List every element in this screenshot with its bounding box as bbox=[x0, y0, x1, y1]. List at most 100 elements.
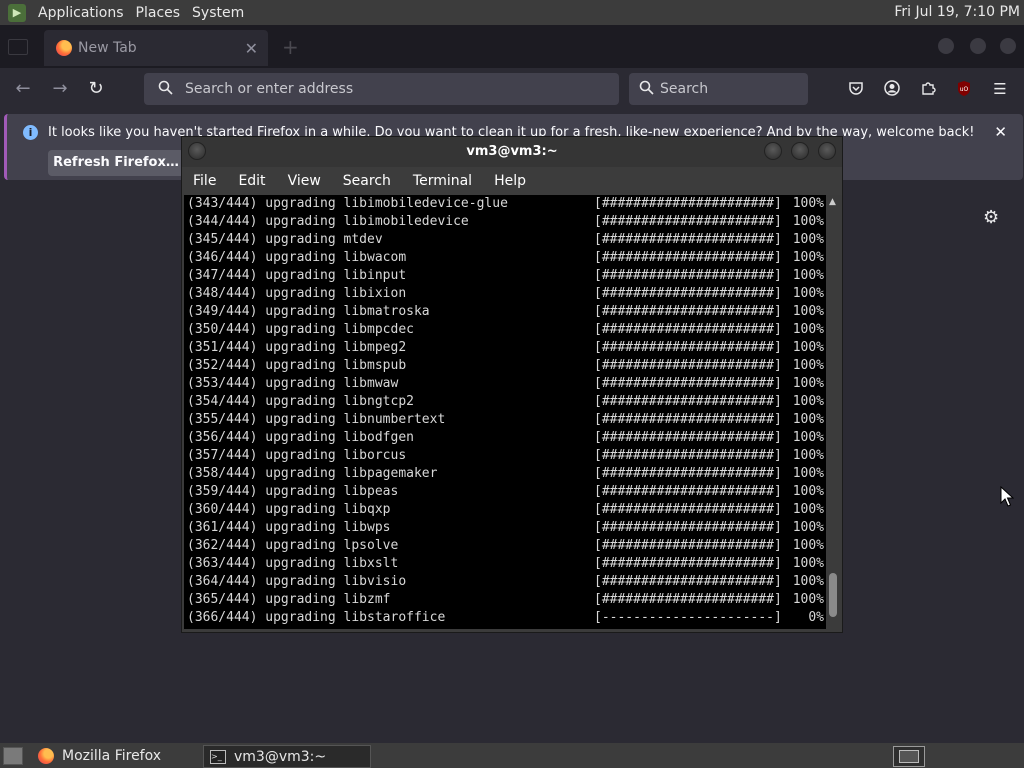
menu-terminal[interactable]: Terminal bbox=[402, 173, 483, 189]
terminal-progress-bar: [######################] bbox=[594, 340, 782, 355]
terminal-progress-bar: [######################] bbox=[594, 304, 782, 319]
taskbar-item-firefox[interactable]: Mozilla Firefox bbox=[32, 745, 192, 766]
terminal-line-text: (365/444) upgrading libzmf bbox=[187, 592, 391, 607]
close-icon[interactable] bbox=[818, 142, 836, 160]
terminal-line-text: (345/444) upgrading mtdev bbox=[187, 232, 383, 247]
menu-edit[interactable]: Edit bbox=[227, 173, 276, 189]
firefox-icon bbox=[38, 747, 54, 764]
search-bar[interactable]: Search bbox=[629, 73, 808, 105]
terminal-progress-percent: 100% bbox=[792, 484, 824, 499]
terminal-progress-bar: [######################] bbox=[594, 592, 782, 607]
menu-help[interactable]: Help bbox=[483, 173, 537, 189]
terminal-progress-bar: [######################] bbox=[594, 520, 782, 535]
terminal-progress-bar: [######################] bbox=[594, 484, 782, 499]
terminal-scrollbar[interactable]: ▲ bbox=[826, 195, 840, 629]
search-icon bbox=[158, 80, 173, 99]
terminal-window: vm3@vm3:~ File Edit View Search Terminal… bbox=[182, 137, 842, 632]
terminal-progress-percent: 100% bbox=[792, 214, 824, 229]
terminal-progress-bar: [######################] bbox=[594, 286, 782, 301]
pocket-icon[interactable] bbox=[847, 80, 865, 98]
bottom-taskbar: Mozilla Firefox >_ vm3@vm3:~ bbox=[0, 743, 1024, 768]
window-close-icon[interactable] bbox=[1000, 38, 1016, 54]
tab-new-tab[interactable]: New Tab ✕ bbox=[44, 30, 268, 66]
clock[interactable]: Fri Jul 19, 7:10 PM bbox=[894, 0, 1020, 25]
terminal-line: (356/444) upgrading libodfgen [##########… bbox=[184, 429, 826, 447]
terminal-line: (351/444) upgrading libmpeg2 [###########… bbox=[184, 339, 826, 357]
top-panel: ▶ Applications Places System Fri Jul 19,… bbox=[0, 0, 1024, 25]
terminal-icon: >_ bbox=[210, 749, 226, 764]
close-tab-icon[interactable]: ✕ bbox=[245, 39, 258, 58]
terminal-line: (348/444) upgrading libixion [###########… bbox=[184, 285, 826, 303]
terminal-line-text: (349/444) upgrading libmatroska bbox=[187, 304, 430, 319]
terminal-progress-percent: 100% bbox=[792, 430, 824, 445]
terminal-progress-percent: 100% bbox=[792, 520, 824, 535]
terminal-progress-bar: [######################] bbox=[594, 574, 782, 589]
info-icon: i bbox=[23, 125, 38, 140]
terminal-line-text: (344/444) upgrading libimobiledevice bbox=[187, 214, 469, 229]
terminal-line-text: (362/444) upgrading lpsolve bbox=[187, 538, 399, 553]
show-desktop-icon[interactable] bbox=[3, 747, 23, 765]
scrollbar-thumb[interactable] bbox=[829, 573, 837, 617]
menu-search[interactable]: Search bbox=[332, 173, 402, 189]
terminal-progress-percent: 100% bbox=[792, 538, 824, 553]
terminal-line: (354/444) upgrading libngtcp2 [##########… bbox=[184, 393, 826, 411]
minimize-icon[interactable] bbox=[938, 38, 954, 54]
terminal-output[interactable]: (343/444) upgrading libimobiledevice-glu… bbox=[184, 195, 826, 629]
terminal-line-text: (351/444) upgrading libmpeg2 bbox=[187, 340, 407, 355]
terminal-line-text: (356/444) upgrading libodfgen bbox=[187, 430, 414, 445]
maximize-icon[interactable] bbox=[791, 142, 809, 160]
menu-places[interactable]: Places bbox=[132, 5, 185, 21]
terminal-progress-bar: [######################] bbox=[594, 394, 782, 409]
firefox-view-icon[interactable] bbox=[8, 39, 28, 55]
reload-icon[interactable]: ↻ bbox=[83, 76, 109, 102]
terminal-progress-percent: 100% bbox=[792, 376, 824, 391]
terminal-line-text: (357/444) upgrading liborcus bbox=[187, 448, 407, 463]
back-arrow-icon[interactable]: ← bbox=[10, 76, 36, 102]
hamburger-menu-icon[interactable]: ☰ bbox=[991, 80, 1009, 98]
ublock-origin-icon[interactable]: uO bbox=[955, 80, 973, 98]
terminal-line: (345/444) upgrading mtdev [##############… bbox=[184, 231, 826, 249]
terminal-line: (364/444) upgrading libvisio [###########… bbox=[184, 573, 826, 591]
extensions-puzzle-icon[interactable] bbox=[919, 80, 937, 98]
system-logo-icon[interactable]: ▶ bbox=[8, 3, 26, 22]
menu-view[interactable]: View bbox=[277, 173, 332, 189]
search-placeholder: Search bbox=[660, 81, 709, 97]
maximize-icon[interactable] bbox=[970, 38, 986, 54]
menu-system[interactable]: System bbox=[188, 5, 248, 21]
gear-icon[interactable]: ⚙ bbox=[983, 207, 999, 228]
mouse-pointer-icon bbox=[1000, 486, 1014, 507]
terminal-line: (362/444) upgrading lpsolve [############… bbox=[184, 537, 826, 555]
account-icon[interactable] bbox=[883, 80, 901, 98]
terminal-progress-percent: 100% bbox=[792, 412, 824, 427]
workspace-switcher[interactable] bbox=[893, 746, 925, 767]
terminal-line: (358/444) upgrading libpagemaker [#######… bbox=[184, 465, 826, 483]
terminal-progress-bar: [######################] bbox=[594, 556, 782, 571]
new-tab-plus-icon[interactable]: + bbox=[282, 35, 299, 59]
address-bar[interactable]: Search or enter address bbox=[144, 73, 619, 105]
terminal-line: (346/444) upgrading libwacom [###########… bbox=[184, 249, 826, 267]
terminal-line: (352/444) upgrading libmspub [###########… bbox=[184, 357, 826, 375]
terminal-line-text: (366/444) upgrading libstaroffice bbox=[187, 610, 446, 625]
terminal-progress-percent: 100% bbox=[792, 466, 824, 481]
terminal-progress-percent: 100% bbox=[792, 322, 824, 337]
menu-file[interactable]: File bbox=[182, 173, 227, 189]
terminal-progress-percent: 100% bbox=[792, 268, 824, 283]
terminal-progress-bar: [######################] bbox=[594, 448, 782, 463]
terminal-progress-percent: 100% bbox=[792, 556, 824, 571]
taskbar-item-terminal[interactable]: >_ vm3@vm3:~ bbox=[203, 745, 371, 768]
close-notification-icon[interactable]: ✕ bbox=[994, 123, 1007, 141]
terminal-line-text: (346/444) upgrading libwacom bbox=[187, 250, 407, 265]
terminal-progress-percent: 100% bbox=[792, 304, 824, 319]
scroll-up-arrow-icon[interactable]: ▲ bbox=[829, 197, 836, 207]
terminal-titlebar[interactable]: vm3@vm3:~ bbox=[182, 137, 842, 167]
refresh-firefox-button[interactable]: Refresh Firefox… bbox=[48, 150, 184, 176]
terminal-progress-percent: 100% bbox=[792, 574, 824, 589]
minimize-icon[interactable] bbox=[764, 142, 782, 160]
terminal-line-text: (347/444) upgrading libinput bbox=[187, 268, 407, 283]
workspace-window-thumbnail bbox=[899, 750, 919, 763]
terminal-menubar: File Edit View Search Terminal Help bbox=[182, 167, 842, 195]
forward-arrow-icon[interactable]: → bbox=[47, 76, 73, 102]
firefox-tab-strip: New Tab ✕ + bbox=[0, 25, 1024, 68]
terminal-progress-percent: 100% bbox=[792, 196, 824, 211]
menu-applications[interactable]: Applications bbox=[34, 5, 128, 21]
